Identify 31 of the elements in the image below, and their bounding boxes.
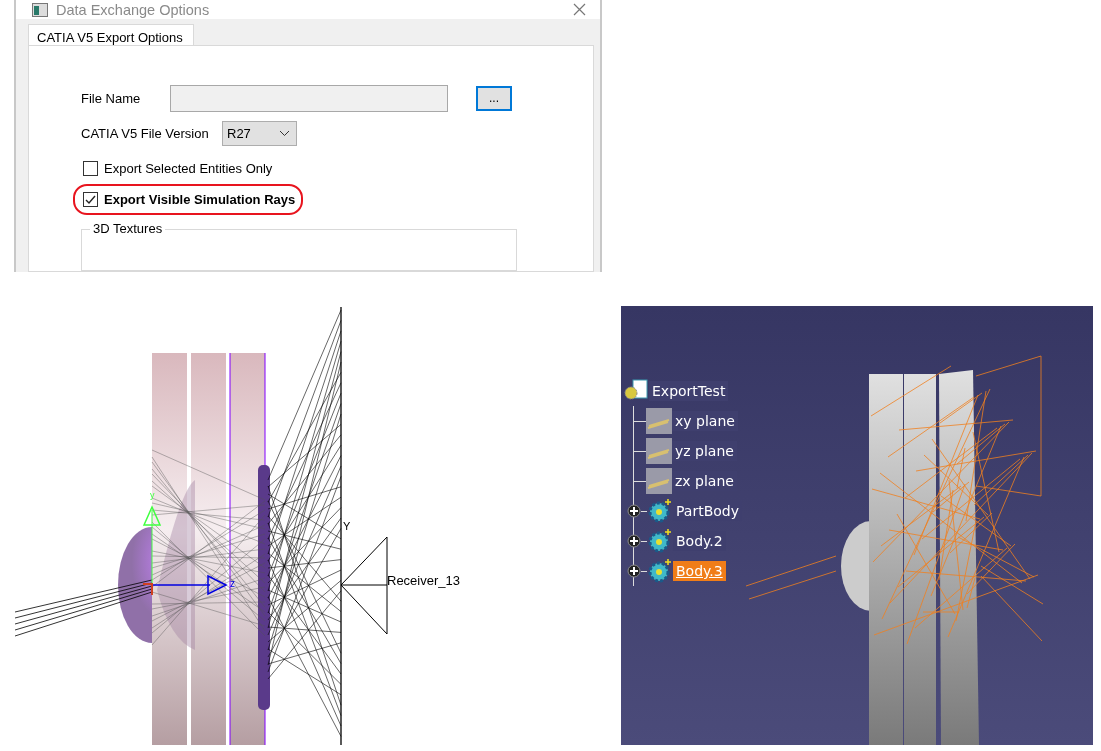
version-dropdown[interactable]: R27 [222, 120, 297, 146]
tree-item[interactable]: xy plane [672, 411, 738, 431]
chevron-down-icon [279, 129, 290, 137]
plane-icon [646, 438, 672, 464]
close-icon[interactable] [573, 3, 586, 16]
checkbox-label: Export Selected Entities Only [104, 161, 273, 176]
window-icon [32, 2, 48, 17]
gear-icon [647, 498, 673, 524]
checkbox[interactable] [83, 161, 98, 176]
gear-icon [647, 558, 673, 584]
window-title: Data Exchange Options [56, 1, 211, 18]
checkbox[interactable] [83, 192, 98, 207]
plane-icon [646, 408, 672, 434]
checkbox-label: Export Visible Simulation Rays [104, 192, 296, 207]
plane-icon [646, 468, 672, 494]
receiver-label: Receiver_13 [387, 573, 460, 588]
group-title: 3D Textures [90, 221, 166, 236]
file-name-field[interactable] [170, 84, 448, 112]
expand-icon[interactable] [627, 534, 641, 548]
tree-item[interactable]: ExportTest [649, 381, 729, 401]
field-label: CATIA V5 File Version [81, 125, 210, 141]
expand-icon[interactable] [627, 504, 641, 518]
axis-label: Y [343, 520, 351, 532]
tab[interactable]: CATIA V5 Export Options [28, 24, 194, 45]
axis-label: z [230, 578, 235, 589]
tree-item[interactable]: yz plane [672, 441, 737, 461]
gear-icon [647, 528, 673, 554]
field-label: File Name [81, 90, 142, 106]
axis-label: y [150, 490, 155, 500]
browse-button[interactable]: ... [476, 85, 512, 111]
expand-icon[interactable] [627, 564, 641, 578]
